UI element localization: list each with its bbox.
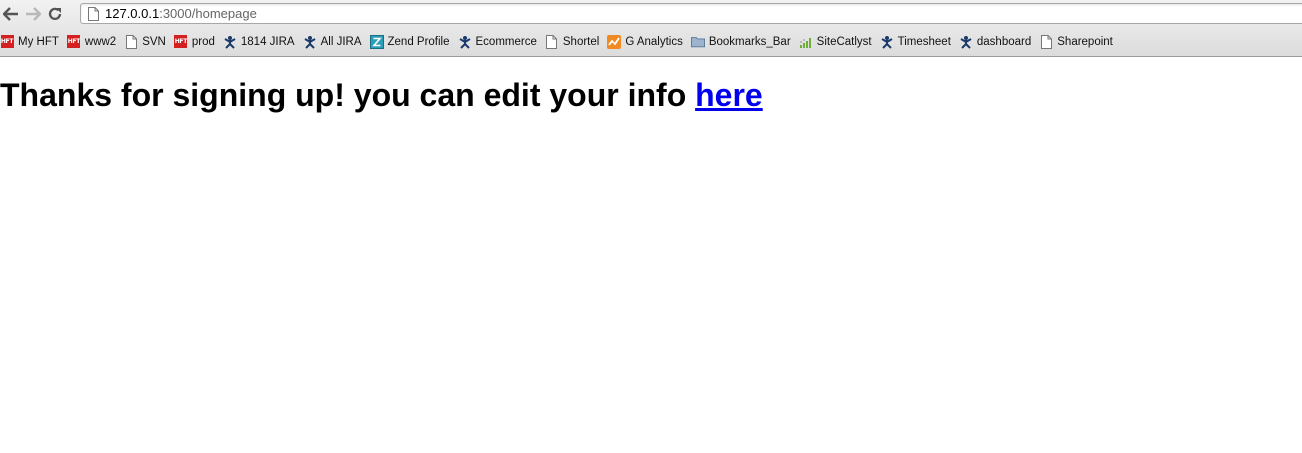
heading-text: Thanks for signing up! you can edit your… <box>0 77 696 113</box>
url-text: 127.0.0.1:3000/homepage <box>105 6 257 21</box>
bookmark-label: All JIRA <box>320 35 362 48</box>
page-heading: Thanks for signing up! you can edit your… <box>0 77 1302 114</box>
bookmark-item[interactable]: 1814 JIRA <box>223 35 303 49</box>
bookmark-item[interactable]: dashboard <box>959 35 1039 49</box>
folder-icon <box>690 35 705 49</box>
url-host: 127.0.0.1 <box>105 6 160 21</box>
jira-icon <box>223 35 237 49</box>
bookmark-label: prod <box>191 35 215 48</box>
bookmark-label: G Analytics <box>625 35 683 48</box>
reload-button[interactable] <box>44 3 66 25</box>
back-arrow-icon <box>3 7 19 21</box>
jira-icon <box>880 35 894 49</box>
bookmark-label: 1814 JIRA <box>240 35 295 48</box>
page-icon <box>1039 34 1053 49</box>
bookmark-label: Bookmarks_Bar <box>708 35 791 48</box>
page-icon <box>124 34 138 49</box>
bookmark-item[interactable]: G Analytics <box>607 34 691 49</box>
bookmark-label: www2 <box>84 35 117 48</box>
edit-info-link[interactable]: here <box>695 77 763 113</box>
bookmark-item[interactable]: HFT prod <box>174 35 223 49</box>
jira-icon <box>303 35 317 49</box>
forward-button[interactable] <box>22 3 44 25</box>
bookmark-item[interactable]: Zend Profile <box>369 34 458 49</box>
bookmark-item[interactable]: SVN <box>124 34 174 49</box>
page-icon <box>545 34 559 49</box>
bookmark-label: SVN <box>142 35 166 48</box>
page-icon <box>88 6 99 21</box>
analytics-icon <box>607 34 622 49</box>
address-bar[interactable]: 127.0.0.1:3000/homepage <box>80 3 1302 24</box>
sitecatalyst-icon <box>799 35 813 49</box>
jira-icon <box>458 35 472 49</box>
bookmark-item[interactable]: Shortel <box>545 34 607 49</box>
bookmark-label: Shortel <box>562 35 600 48</box>
bookmark-item[interactable]: Ecommerce <box>458 35 545 49</box>
hft-icon: HFT <box>67 35 81 49</box>
hft-icon: HFT <box>0 35 14 49</box>
bookmark-item[interactable]: HFT My HFT <box>0 35 67 49</box>
bookmark-item[interactable]: HFT www2 <box>67 35 124 49</box>
back-button[interactable] <box>0 3 22 25</box>
hft-icon: HFT <box>174 35 188 49</box>
url-path: :3000/homepage <box>159 6 257 21</box>
bookmark-label: dashboard <box>976 35 1032 48</box>
browser-toolbar: 127.0.0.1:3000/homepage <box>0 0 1302 28</box>
bookmark-item[interactable]: SiteCatlyst <box>799 35 880 49</box>
bookmark-label: Zend Profile <box>387 35 450 48</box>
jira-icon <box>959 35 973 49</box>
bookmark-label: SiteCatlyst <box>816 35 872 48</box>
reload-icon <box>47 6 63 22</box>
bookmark-label: My HFT <box>18 35 59 48</box>
bookmark-item[interactable]: Bookmarks_Bar <box>690 35 799 49</box>
browser-chrome: 127.0.0.1:3000/homepage HFT My HFT HFT www2… <box>0 0 1302 57</box>
forward-arrow-icon <box>25 7 41 21</box>
bookmark-item[interactable]: All JIRA <box>303 35 370 49</box>
bookmark-label: Sharepoint <box>1057 35 1113 48</box>
bookmark-item[interactable]: Timesheet <box>880 35 959 49</box>
bookmark-label: Ecommerce <box>475 35 537 48</box>
bookmark-label: Timesheet <box>897 35 951 48</box>
bookmark-item[interactable]: Sharepoint <box>1039 34 1121 49</box>
bookmarks-bar: HFT My HFT HFT www2 SVN HFT prod 1814 JIRA All J… <box>0 28 1302 55</box>
zend-icon <box>369 34 384 49</box>
page-content: Thanks for signing up! you can edit your… <box>0 77 1302 114</box>
